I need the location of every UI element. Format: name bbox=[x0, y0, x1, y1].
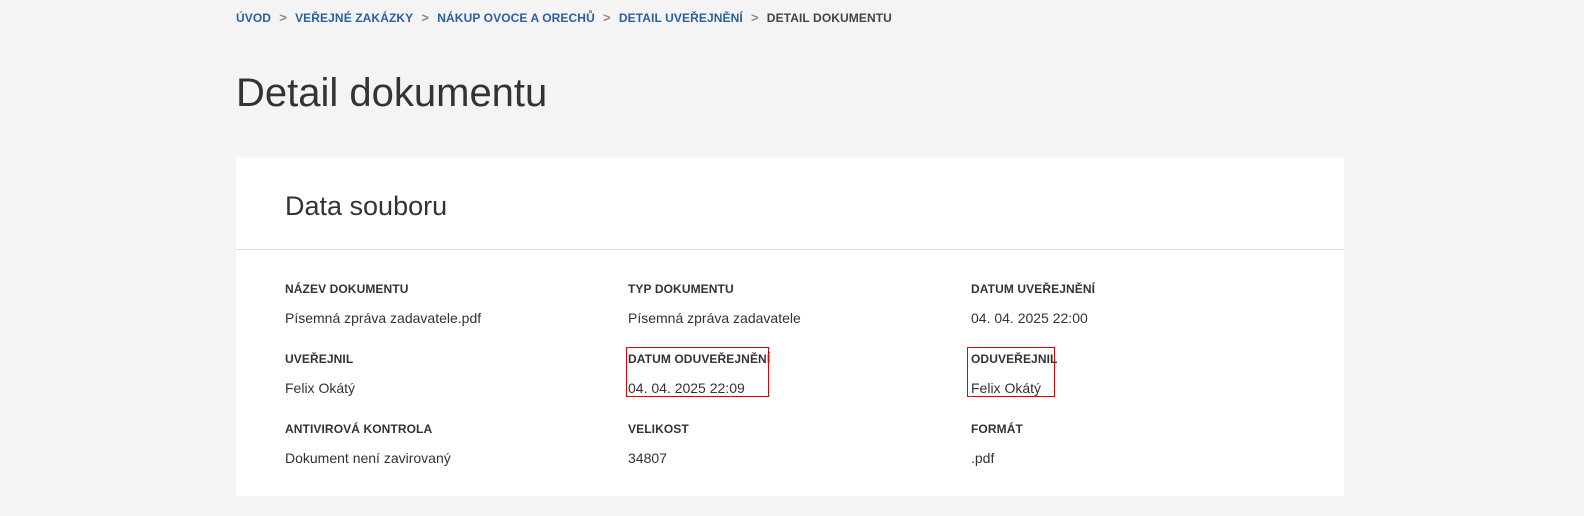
page-title: Detail dokumentu bbox=[236, 71, 548, 115]
breadcrumb-link-contract[interactable]: NÁKUP OVOCE A ORECHŮ bbox=[437, 11, 595, 25]
field-document-name: NÁZEV DOKUMENTU Písemná zpráva zadavatel… bbox=[285, 282, 481, 326]
field-value: 34807 bbox=[628, 450, 667, 466]
highlight-unpublication-date bbox=[626, 347, 769, 397]
divider bbox=[236, 249, 1344, 250]
field-value: Felix Okátý bbox=[285, 380, 356, 396]
chevron-right-icon: > bbox=[602, 10, 611, 25]
breadcrumb-link-public-contracts[interactable]: VEŘEJNÉ ZAKÁZKY bbox=[295, 11, 413, 25]
field-label: NÁZEV DOKUMENTU bbox=[285, 282, 409, 296]
field-label: FORMÁT bbox=[971, 422, 1023, 436]
chevron-right-icon: > bbox=[421, 10, 430, 25]
field-value: Písemná zpráva zadavatele bbox=[628, 310, 801, 326]
field-format: FORMÁT .pdf bbox=[971, 422, 1023, 466]
file-data-card: Data souboru NÁZEV DOKUMENTU Písemná zpr… bbox=[236, 157, 1344, 496]
chevron-right-icon: > bbox=[279, 10, 287, 25]
card-title: Data souboru bbox=[285, 191, 448, 221]
breadcrumb-link-publication-detail[interactable]: DETAIL UVEŘEJNĚNÍ bbox=[619, 11, 743, 25]
field-value: Dokument není zavirovaný bbox=[285, 450, 451, 466]
field-size: VELIKOST 34807 bbox=[628, 422, 689, 466]
field-label: TYP DOKUMENTU bbox=[628, 282, 734, 296]
breadcrumb-current: DETAIL DOKUMENTU bbox=[766, 10, 892, 25]
field-published-by: UVEŘEJNIL Felix Okátý bbox=[285, 352, 355, 396]
field-publication-date: DATUM UVEŘEJNĚNÍ 04. 04. 2025 22:00 bbox=[971, 282, 1095, 326]
field-document-type: TYP DOKUMENTU Písemná zpráva zadavatele bbox=[628, 282, 801, 326]
breadcrumb-link-home[interactable]: ÚVOD bbox=[236, 11, 271, 25]
field-antivirus-check: ANTIVIROVÁ KONTROLA Dokument není zaviro… bbox=[285, 422, 451, 466]
field-label: VELIKOST bbox=[628, 422, 689, 436]
breadcrumb: ÚVOD > VEŘEJNÉ ZAKÁZKY > NÁKUP OVOCE A O… bbox=[236, 10, 892, 25]
field-label: UVEŘEJNIL bbox=[285, 352, 354, 366]
highlight-unpublished-by bbox=[967, 347, 1055, 397]
field-label: DATUM UVEŘEJNĚNÍ bbox=[971, 282, 1096, 296]
field-value: 04. 04. 2025 22:00 bbox=[971, 310, 1088, 326]
field-value: .pdf bbox=[971, 450, 995, 466]
field-value: Písemná zpráva zadavatele.pdf bbox=[285, 310, 482, 326]
chevron-right-icon: > bbox=[750, 10, 759, 25]
field-label: ANTIVIROVÁ KONTROLA bbox=[285, 422, 433, 436]
